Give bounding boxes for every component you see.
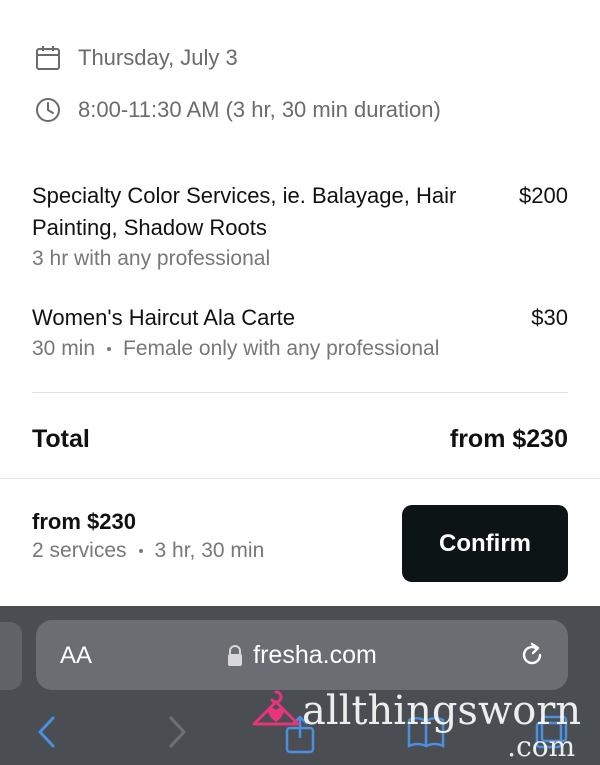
service-item: Women's Haircut Ala Carte 30 min Female … [32, 302, 568, 364]
service-duration: 3 hr [32, 247, 69, 270]
service-professional: with any professional [74, 247, 271, 270]
service-professional: Female only with any professional [123, 337, 440, 360]
confirm-button[interactable]: Confirm [402, 505, 568, 582]
total-row: Total from $230 [32, 425, 568, 454]
time-text: 8:00-11:30 AM (3 hr, 30 min duration) [78, 97, 441, 122]
hanger-logo-icon [252, 690, 300, 726]
forward-icon[interactable] [166, 714, 188, 750]
watermark-text: allthingsworn [302, 688, 582, 734]
footer-summary: 2 services 3 hr, 30 min [32, 539, 264, 563]
watermark-suffix: .com [507, 730, 576, 763]
service-details: 30 min Female only with any professional [32, 334, 439, 364]
service-name: Specialty Color Services, ie. Balayage, … [32, 183, 457, 240]
back-icon[interactable] [36, 714, 58, 750]
reload-icon[interactable] [518, 640, 546, 670]
date-text: Thursday, July 3 [78, 45, 238, 70]
service-name: Women's Haircut Ala Carte [32, 305, 296, 330]
appointment-date: Thursday, July 3 [34, 44, 238, 72]
total-duration: 3 hr, 30 min [154, 539, 265, 562]
separator-dot [138, 549, 143, 553]
footer-price: from $230 [32, 509, 136, 534]
total-value: from $230 [449, 425, 568, 453]
clock-icon [36, 98, 60, 122]
watermark: allthingsworn .com [250, 688, 582, 763]
separator-dot [107, 347, 112, 351]
checkout-footer: from $230 2 services 3 hr, 30 min Confir… [0, 478, 600, 606]
previous-tab[interactable] [0, 622, 22, 690]
total-label: Total [32, 425, 90, 453]
lock-icon [228, 644, 243, 666]
url-text: fresha.com [253, 641, 377, 669]
appointment-time: 8:00-11:30 AM (3 hr, 30 min duration) [34, 96, 441, 124]
browser-toolbar: AA fresha.com allthingsworn .com [0, 606, 600, 765]
url-display[interactable]: fresha.com [36, 641, 568, 670]
services-count: 2 services [32, 539, 127, 562]
service-item: Specialty Color Services, ie. Balayage, … [32, 180, 568, 274]
calendar-icon [36, 46, 60, 70]
service-duration: 30 min [32, 337, 96, 360]
service-details: 3 hr with any professional [32, 244, 492, 274]
service-price: $200 [519, 183, 568, 208]
address-bar[interactable]: AA fresha.com [36, 620, 568, 690]
service-price: $30 [531, 305, 568, 330]
divider [32, 392, 568, 393]
